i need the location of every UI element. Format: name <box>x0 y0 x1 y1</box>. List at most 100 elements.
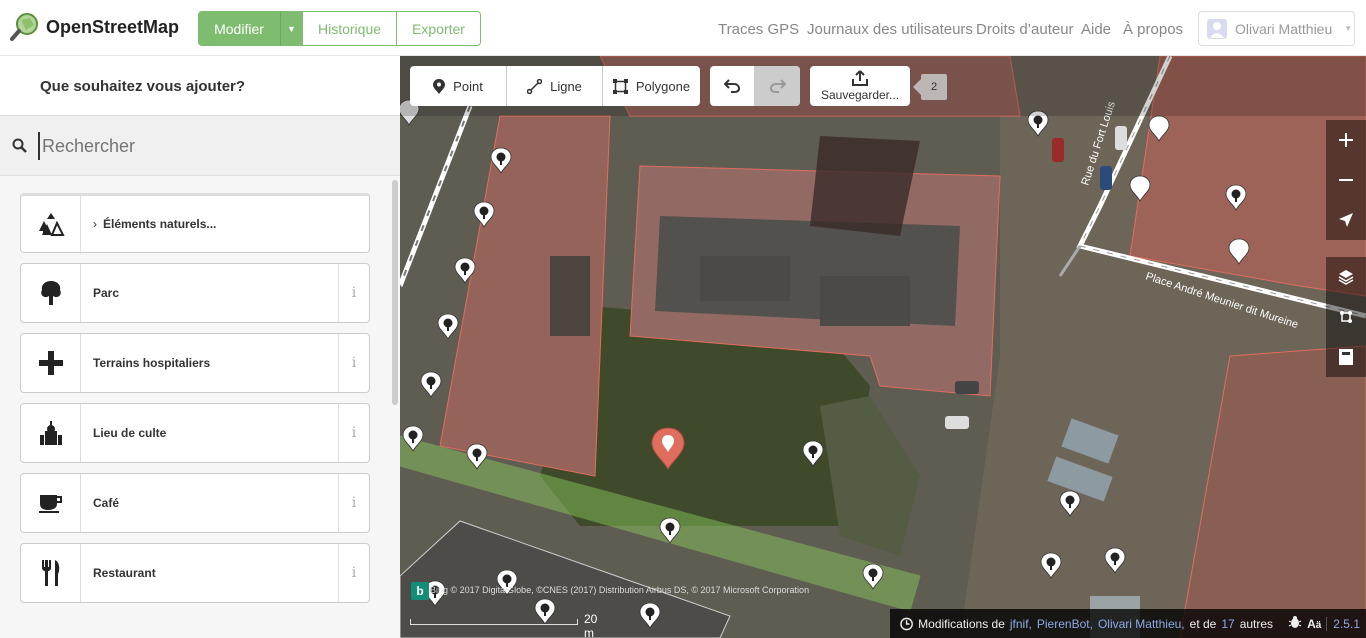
others-count-link[interactable]: 17 <box>1221 617 1234 631</box>
add-mode-group: Point Ligne Polygone <box>410 66 700 106</box>
contributor-link[interactable]: Olivari Matthieu, <box>1098 617 1185 631</box>
contributor-link[interactable]: jfnif, <box>1010 617 1032 631</box>
map-pin-icon <box>1228 238 1250 265</box>
add-line-button[interactable]: Ligne <box>507 66 603 106</box>
edit-dropdown-button[interactable]: ▼ <box>280 11 303 46</box>
others-text: autres <box>1239 616 1274 631</box>
redo-button[interactable] <box>755 66 800 106</box>
user-name: Olivari Matthieu <box>1235 20 1333 37</box>
user-menu[interactable]: Olivari Matthieu ▼ <box>1198 11 1355 46</box>
bing-logo-icon: b <box>411 582 429 600</box>
contributor-link[interactable]: PierenBot, <box>1037 617 1093 631</box>
map-panels-controls <box>1326 257 1366 377</box>
caret-down-icon: ▼ <box>1344 24 1353 33</box>
preset-label: Café <box>93 496 120 510</box>
map-pin-icon <box>1129 175 1151 202</box>
book-icon <box>1339 349 1353 365</box>
nav-link-user-diaries[interactable]: Journaux des utilisateurs <box>807 21 973 38</box>
sidebar: Que souhaitez vous ajouter? › Éléments n… <box>0 56 400 638</box>
add-point-button[interactable]: Point <box>410 66 507 106</box>
preset-park[interactable]: Parc i <box>20 263 370 323</box>
map-data-button[interactable] <box>1326 297 1366 337</box>
map-area[interactable]: Rue du Fort Louis Place André Meunier di… <box>400 56 1366 638</box>
scale-label: 20 m <box>584 612 598 638</box>
info-icon[interactable]: i <box>338 264 369 322</box>
nav-link-gps-traces[interactable]: Traces GPS <box>718 21 799 38</box>
tree-icon <box>437 313 459 340</box>
history-button[interactable]: Historique <box>302 11 397 46</box>
zoom-controls <box>1326 120 1366 240</box>
osm-logo[interactable]: OpenStreetMap <box>10 12 179 42</box>
undo-icon <box>724 79 740 93</box>
tree-icon <box>802 440 824 467</box>
tree-icon <box>454 257 476 284</box>
background-layers-button[interactable] <box>1326 257 1366 297</box>
tree-icon <box>1225 184 1247 211</box>
point-icon <box>433 78 446 94</box>
sidebar-scrollbar[interactable] <box>392 180 398 405</box>
plus-icon <box>21 334 81 392</box>
preset-hospital-grounds[interactable]: Terrains hospitaliers i <box>20 333 370 393</box>
bug-icon[interactable] <box>1288 615 1302 632</box>
info-icon[interactable]: i <box>338 474 369 532</box>
map-pins-layer <box>400 99 1250 629</box>
tree-icon <box>639 602 661 629</box>
map-data-icon <box>1340 311 1352 323</box>
preset-restaurant[interactable]: Restaurant i <box>20 543 370 603</box>
add-polygon-button[interactable]: Polygone <box>603 66 700 106</box>
preset-label: › Éléments naturels... <box>93 217 217 231</box>
export-button[interactable]: Exporter <box>396 11 481 46</box>
edit-toolbar: Point Ligne Polygone Sauvegarder... 2 <box>400 56 1366 116</box>
preset-label: Lieu de culte <box>93 426 167 440</box>
plus-icon <box>1339 133 1353 147</box>
minus-icon <box>1339 179 1353 181</box>
preset-category-natural[interactable]: › Éléments naturels... <box>20 193 370 254</box>
preset-list: › Éléments naturels... Parc i Terrains h… <box>0 177 390 638</box>
line-icon <box>527 78 543 94</box>
zoom-out-button[interactable] <box>1326 160 1366 200</box>
undo-button[interactable] <box>710 66 755 106</box>
save-button[interactable]: Sauvegarder... <box>810 66 910 106</box>
fork-knife-icon <box>21 544 81 602</box>
sidebar-title: Que souhaitez vous ajouter? <box>0 56 400 116</box>
clock-icon <box>900 617 913 630</box>
search-input[interactable] <box>38 132 378 160</box>
zoom-in-button[interactable] <box>1326 120 1366 160</box>
modified-by-label: Modifications de <box>918 616 1005 631</box>
history-group <box>710 66 800 106</box>
contributors-bar: Modifications de jfnif, PierenBot, Oliva… <box>890 609 1366 638</box>
geolocate-button[interactable] <box>1326 200 1366 240</box>
polygon-icon <box>612 78 628 94</box>
nav-link-about[interactable]: À propos <box>1123 21 1183 38</box>
tree-icon <box>21 264 81 322</box>
preset-cafe[interactable]: Café i <box>20 473 370 533</box>
tree-icon <box>1040 552 1062 579</box>
magnifier-logo-icon <box>10 12 40 42</box>
info-icon[interactable]: i <box>338 544 369 602</box>
nav-link-help[interactable]: Aide <box>1081 21 1111 38</box>
help-button[interactable] <box>1326 337 1366 377</box>
place-of-worship-icon <box>21 404 81 462</box>
top-navbar: OpenStreetMap Modifier ▼ Historique Expo… <box>0 0 1366 56</box>
tree-icon <box>490 147 512 174</box>
translate-icon[interactable]: Aä <box>1307 617 1321 631</box>
preset-place-of-worship[interactable]: Lieu de culte i <box>20 403 370 463</box>
chevron-right-icon: › <box>93 217 97 231</box>
tree-icon <box>466 443 488 470</box>
tree-icon <box>862 563 884 590</box>
logo-text: OpenStreetMap <box>46 16 180 37</box>
search-bar <box>0 116 400 176</box>
redo-icon <box>769 79 786 93</box>
edit-button[interactable]: Modifier <box>198 11 280 46</box>
preset-label: Parc <box>93 286 120 300</box>
version-label[interactable]: 2.5.1 <box>1326 616 1366 631</box>
info-icon[interactable]: i <box>338 404 369 462</box>
and-text: et de <box>1189 616 1217 631</box>
info-icon[interactable]: i <box>338 334 369 392</box>
nav-link-copyright[interactable]: Droits d’auteur <box>976 21 1074 38</box>
tree-icon <box>659 517 681 544</box>
coffee-cup-icon <box>21 474 81 532</box>
tree-icon <box>1059 490 1081 517</box>
preset-label: Terrains hospitaliers <box>93 356 211 370</box>
tree-icon <box>1104 547 1126 574</box>
